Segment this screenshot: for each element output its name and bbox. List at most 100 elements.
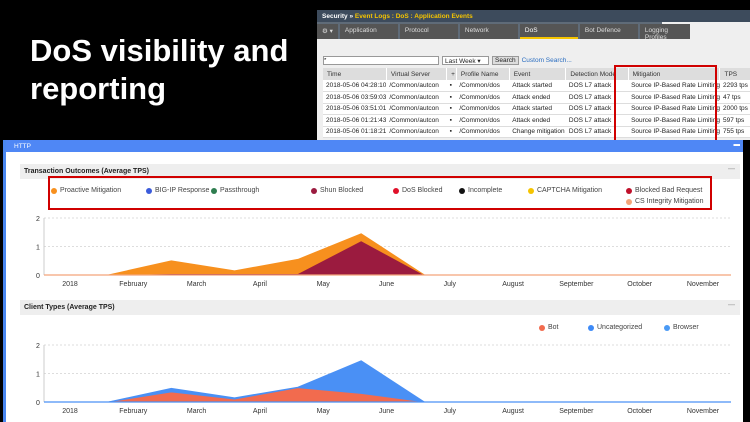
tab-application[interactable]: Application bbox=[339, 24, 398, 39]
legend-item[interactable]: Bot bbox=[539, 324, 559, 331]
legend-label: Browser bbox=[673, 324, 699, 331]
x-tick-label: May bbox=[317, 408, 331, 415]
table-cell: /Common/autcon bbox=[386, 114, 447, 127]
x-tick-label: November bbox=[687, 281, 720, 288]
y-tick-label: 2 bbox=[36, 343, 40, 350]
table-cell: 2018-05-06 03:59:03 bbox=[323, 91, 387, 104]
x-tick-label: September bbox=[559, 281, 594, 288]
period-select[interactable]: Last Week ▾ bbox=[442, 56, 489, 65]
x-tick-label: August bbox=[502, 281, 524, 288]
legend-dot-icon bbox=[393, 187, 399, 194]
column-header[interactable]: TPS bbox=[719, 68, 750, 80]
breadcrumb: Security » Event Logs : DoS : Applicatio… bbox=[317, 10, 750, 22]
x-tick-label: August bbox=[502, 408, 524, 415]
column-header[interactable]: Profile Name bbox=[456, 68, 510, 80]
tab-bot-defence[interactable]: Bot Defence bbox=[579, 24, 638, 39]
table-cell: 2293 tps bbox=[719, 80, 750, 92]
custom-search-link[interactable]: Custom Search... bbox=[522, 57, 572, 64]
table-cell: Attack ended bbox=[509, 114, 566, 127]
legend-item[interactable]: BIG-IP Response bbox=[146, 187, 209, 194]
x-tick-label: 2018 bbox=[62, 281, 78, 288]
tab-dos[interactable]: DoS bbox=[519, 24, 578, 39]
x-tick-label: 2018 bbox=[62, 408, 78, 415]
legend-dot-icon bbox=[528, 187, 534, 194]
x-tick-label: March bbox=[187, 281, 207, 288]
expand-icon[interactable]: ▪ bbox=[446, 91, 457, 104]
legend-dot-icon bbox=[626, 198, 632, 205]
tab-logging-profiles[interactable]: Logging Profiles bbox=[639, 24, 690, 41]
http-panel: HTTP ▬ Transaction Outcomes (Average TPS)… bbox=[3, 140, 743, 422]
legend-item[interactable]: Browser bbox=[664, 324, 699, 331]
y-tick-label: 2 bbox=[36, 216, 40, 223]
table-cell: /Common/dos bbox=[456, 114, 510, 127]
legend-item[interactable]: Incomplete bbox=[459, 187, 502, 194]
slide-title: DoS visibility and reporting bbox=[30, 33, 289, 106]
gear-menu-icon[interactable]: ⚙ ▾ bbox=[317, 24, 338, 39]
table-cell: 755 tps bbox=[719, 126, 750, 138]
expand-icon[interactable]: ▪ bbox=[446, 103, 457, 115]
table-cell: Attack started bbox=[509, 80, 566, 92]
tab-network[interactable]: Network bbox=[459, 24, 518, 39]
table-cell: /Common/dos bbox=[456, 91, 510, 104]
x-tick-label: April bbox=[253, 408, 267, 415]
legend-item[interactable]: CS Integrity Mitigation bbox=[626, 198, 703, 205]
legend-label: Shun Blocked bbox=[320, 187, 364, 194]
legend-item[interactable]: Proactive Mitigation bbox=[51, 187, 121, 194]
breadcrumb-root[interactable]: Security bbox=[322, 13, 348, 20]
y-tick-label: 0 bbox=[36, 273, 40, 280]
legend-item[interactable]: Blocked Bad Request bbox=[626, 187, 702, 194]
column-header[interactable]: Event bbox=[509, 68, 567, 80]
table-cell: /Common/autcon bbox=[386, 91, 447, 104]
y-tick-label: 0 bbox=[36, 400, 40, 407]
legend-item[interactable]: Uncategorized bbox=[588, 324, 642, 331]
search-input[interactable] bbox=[323, 56, 439, 65]
legend-label: Blocked Bad Request bbox=[635, 187, 703, 194]
column-header[interactable]: Virtual Server bbox=[386, 68, 448, 80]
legend-label: CS Integrity Mitigation bbox=[635, 198, 704, 205]
x-tick-label: September bbox=[559, 408, 594, 415]
breadcrumb-separator: » bbox=[349, 13, 354, 20]
y-tick-label: 1 bbox=[36, 245, 40, 252]
x-tick-label: June bbox=[379, 281, 394, 288]
table-cell: 2018-05-06 03:51:01 bbox=[323, 103, 387, 115]
expand-icon[interactable]: ▪ bbox=[446, 80, 457, 92]
x-tick-label: November bbox=[687, 408, 720, 415]
legend-item[interactable]: Shun Blocked bbox=[311, 187, 363, 194]
legend-dot-icon bbox=[539, 324, 545, 331]
legend-dot-icon bbox=[626, 187, 632, 194]
mitigation-highlight bbox=[614, 65, 717, 140]
table-cell: /Common/autcon bbox=[386, 80, 447, 92]
expand-icon[interactable]: ▪ bbox=[446, 114, 457, 127]
table-cell: /Common/dos bbox=[456, 103, 510, 115]
column-header[interactable]: Time bbox=[323, 68, 387, 80]
legend-item[interactable]: DoS Blocked bbox=[393, 187, 442, 194]
legend-item[interactable]: Passthrough bbox=[211, 187, 259, 194]
charts-canvas: 0 1 2 2018 February March April May June July Augu… bbox=[36, 216, 731, 415]
expand-icon[interactable]: ▪ bbox=[446, 126, 457, 138]
x-tick-label: October bbox=[627, 408, 653, 415]
table-cell: 597 tps bbox=[719, 114, 750, 127]
table-cell: Attack started bbox=[509, 103, 566, 115]
legend-label: BIG-IP Response bbox=[155, 187, 210, 194]
legend-item[interactable]: CAPTCHA Mitigation bbox=[528, 187, 602, 194]
legend-dot-icon bbox=[459, 187, 465, 194]
table-cell: /Common/autcon bbox=[386, 103, 447, 115]
y-tick-label: 1 bbox=[36, 372, 40, 379]
legend-label: Passthrough bbox=[220, 187, 260, 194]
search-bar: Last Week ▾ Search Custom Search... bbox=[323, 56, 572, 65]
legend-dot-icon bbox=[664, 324, 670, 331]
table-cell: 2018-05-06 01:21:43 bbox=[323, 114, 387, 127]
legend-label: Incomplete bbox=[468, 187, 503, 194]
x-tick-label: June bbox=[379, 408, 394, 415]
search-button[interactable]: Search bbox=[492, 56, 519, 65]
legend-label: Proactive Mitigation bbox=[60, 187, 122, 194]
legend-dot-icon bbox=[51, 187, 57, 194]
breadcrumb-path[interactable]: Event Logs : DoS : Application Events bbox=[355, 13, 473, 20]
legend-label: DoS Blocked bbox=[402, 187, 443, 194]
column-header[interactable]: + bbox=[446, 68, 457, 80]
table-cell: Attack ended bbox=[509, 91, 566, 104]
tab-bar: ⚙ ▾ Application Protocol Network DoS Bot… bbox=[317, 22, 690, 41]
tab-protocol[interactable]: Protocol bbox=[399, 24, 458, 39]
x-tick-label: July bbox=[444, 281, 457, 288]
x-tick-label: February bbox=[119, 408, 148, 415]
